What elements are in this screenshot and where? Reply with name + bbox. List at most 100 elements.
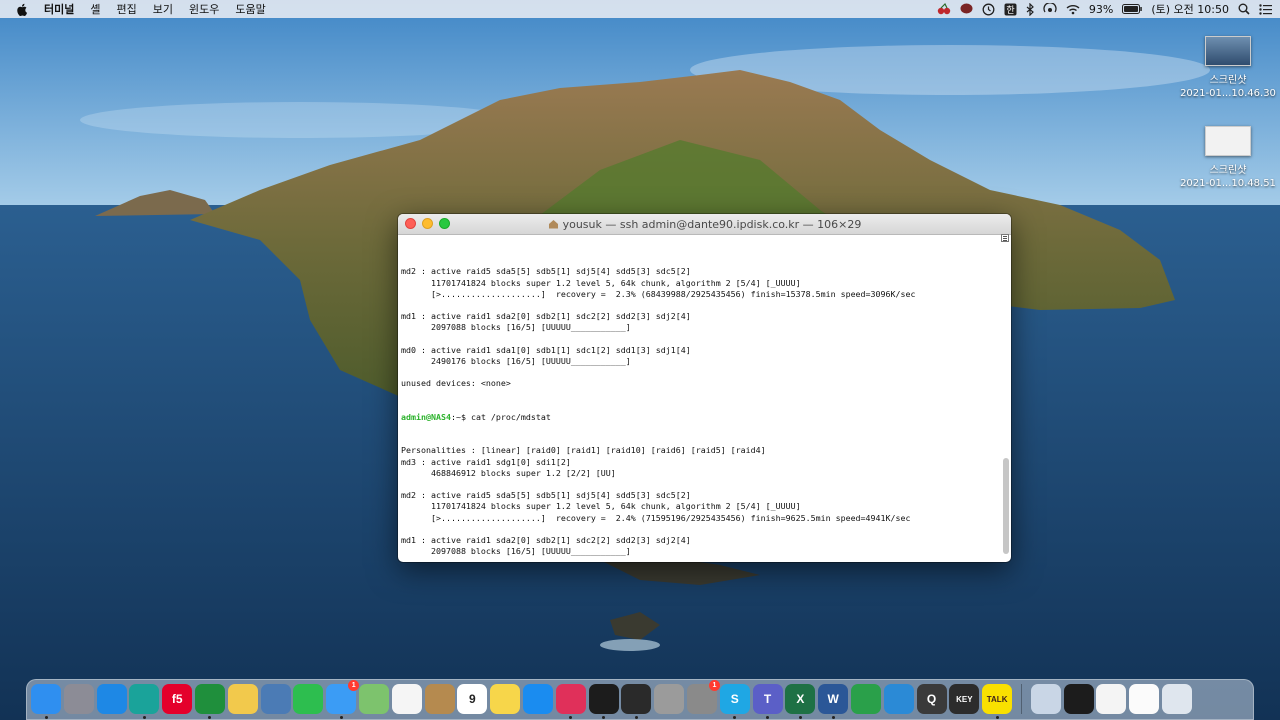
edge-icon[interactable] xyxy=(129,684,160,719)
f5-icon[interactable]: f5 xyxy=(162,684,193,714)
utility-icon[interactable] xyxy=(654,684,685,714)
input-source-icon[interactable]: 한 xyxy=(1004,3,1017,16)
vertical-scrollbar[interactable] xyxy=(1003,458,1009,554)
running-indicator xyxy=(831,716,835,719)
keychain-icon[interactable]: KEY xyxy=(949,684,980,714)
screenshot-thumbnail xyxy=(1205,126,1251,156)
prompt-host: admin@NAS4 xyxy=(401,411,451,422)
running-indicator xyxy=(44,716,48,719)
output-line: md2 : active raid5 sda5[5] sdb5[1] sdj5[… xyxy=(401,490,691,501)
dock-icon-label: TALK xyxy=(986,694,1008,704)
image-capture-icon[interactable] xyxy=(1030,684,1061,714)
globe-icon[interactable] xyxy=(850,684,881,714)
zoom-button[interactable] xyxy=(439,218,450,229)
dock-separator xyxy=(1020,684,1022,714)
desktop-file-name: 스크린샷 xyxy=(1209,75,1247,86)
safari-icon[interactable] xyxy=(96,684,127,714)
word-icon[interactable]: W xyxy=(818,684,849,719)
airplay-icon[interactable] xyxy=(1043,3,1057,15)
contacts-icon[interactable] xyxy=(424,684,455,714)
photos-icon[interactable] xyxy=(391,684,422,714)
system-preferences-icon[interactable]: 1 xyxy=(686,680,720,714)
terminal-thumb-icon[interactable] xyxy=(1063,684,1094,714)
spotlight-search-icon[interactable] xyxy=(1238,3,1250,15)
running-indicator xyxy=(339,716,343,719)
dock-icon-label: X xyxy=(796,692,805,706)
chat-bubble-icon[interactable] xyxy=(960,3,973,15)
desktop-file-caption: 2021-01...10.48.51 xyxy=(1180,178,1276,189)
home-folder-icon xyxy=(548,219,559,229)
calendar-icon[interactable]: 9 xyxy=(457,684,488,714)
notification-center-icon[interactable] xyxy=(1259,3,1272,15)
menu-edit[interactable]: 편집 xyxy=(117,1,137,17)
terminal-title: yousuk — ssh admin@dante90.ipdisk.co.kr … xyxy=(562,217,862,231)
close-button[interactable] xyxy=(405,218,416,229)
window-thumb-icon[interactable] xyxy=(1096,684,1127,714)
output-line: [>....................] recovery = 2.3% … xyxy=(401,288,916,299)
output-line: md0 : active raid1 sda1[0] sdb1[1] sdc1[… xyxy=(401,344,691,355)
time-machine-icon[interactable] xyxy=(982,3,995,16)
notes-icon[interactable] xyxy=(490,684,521,714)
clock[interactable]: (토) 오전 10:50 xyxy=(1151,1,1229,17)
menu-help[interactable]: 도움말 xyxy=(235,1,265,17)
screenshot-thumbnail xyxy=(1205,36,1251,66)
wifi-tool-icon[interactable] xyxy=(883,684,914,714)
dock-icon-label: KEY xyxy=(956,694,973,704)
teams-icon[interactable]: T xyxy=(752,684,783,719)
app-store-icon[interactable] xyxy=(522,684,553,714)
running-indicator xyxy=(634,716,638,719)
menu-view[interactable]: 보기 xyxy=(153,1,173,17)
notification-badge: 1 xyxy=(708,680,720,691)
bluetooth-icon[interactable] xyxy=(1026,2,1034,16)
search-tool-icon[interactable]: Q xyxy=(916,684,947,714)
bear-icon[interactable] xyxy=(555,684,586,719)
network-icon[interactable] xyxy=(194,684,225,719)
kakaotalk-icon[interactable]: TALK xyxy=(982,684,1013,719)
battery-icon[interactable] xyxy=(1122,4,1143,14)
menu-shell[interactable]: 셸 xyxy=(90,1,100,17)
messenger-icon[interactable] xyxy=(227,684,258,714)
running-indicator xyxy=(733,716,737,719)
finder-icon[interactable] xyxy=(31,684,61,719)
desktop-file-name: 스크린샷 xyxy=(1209,165,1247,176)
launchpad-icon[interactable] xyxy=(63,684,94,714)
output-line: 468846912 blocks super 1.2 [2/2] [UU] xyxy=(401,467,616,478)
messages-icon[interactable]: 1 xyxy=(326,680,360,719)
running-indicator xyxy=(798,716,802,719)
cherry-icon[interactable] xyxy=(937,3,951,15)
excel-icon[interactable]: X xyxy=(785,684,816,719)
skype-icon[interactable]: S xyxy=(719,684,750,719)
battery-percent[interactable]: 93% xyxy=(1089,3,1113,16)
terminal-dock-icon[interactable] xyxy=(588,684,619,719)
output-line: 2097088 blocks [16/5] [UUUUU___________] xyxy=(401,322,631,333)
output-line: Personalities : [linear] [raid0] [raid1]… xyxy=(401,445,766,456)
terminal-alt-icon[interactable] xyxy=(621,684,652,719)
output-line: 2097088 blocks [16/5] [UUUUU___________] xyxy=(401,546,631,557)
menu-window[interactable]: 윈도우 xyxy=(189,1,219,17)
terminal-window[interactable]: yousuk — ssh admin@dante90.ipdisk.co.kr … xyxy=(398,214,1011,562)
trash-icon[interactable] xyxy=(1161,684,1192,714)
document-icon[interactable] xyxy=(1129,684,1160,714)
running-indicator xyxy=(995,716,999,719)
desktop-file-screenshot-2[interactable]: 스크린샷 2021-01...10.48.51 xyxy=(1178,126,1278,190)
wifi-icon[interactable] xyxy=(1066,4,1080,15)
dock-icon-label: Q xyxy=(926,692,937,706)
minimize-button[interactable] xyxy=(422,218,433,229)
desktop-file-caption: 2021-01...10.46.30 xyxy=(1180,88,1276,99)
output-line: 2490176 blocks [16/5] [UUUUU___________] xyxy=(401,355,631,366)
desktop-file-screenshot-1[interactable]: 스크린샷 2021-01...10.46.30 xyxy=(1178,36,1278,100)
maps-icon[interactable] xyxy=(358,684,389,714)
menu-app-name[interactable]: 터미널 xyxy=(44,1,74,17)
preview-icon[interactable] xyxy=(260,684,291,714)
facetime-icon[interactable] xyxy=(293,684,324,714)
terminal-titlebar[interactable]: yousuk — ssh admin@dante90.ipdisk.co.kr … xyxy=(398,214,1011,235)
output-line: md1 : active raid1 sda2[0] sdb2[1] sdc2[… xyxy=(401,311,691,322)
dock-icon-label: W xyxy=(827,692,839,706)
apple-menu-icon[interactable] xyxy=(14,3,30,16)
output-line: 11701741824 blocks super 1.2 level 5, 64… xyxy=(401,501,801,512)
terminal-output[interactable]: md2 : active raid5 sda5[5] sdb5[1] sdj5[… xyxy=(398,235,1011,562)
